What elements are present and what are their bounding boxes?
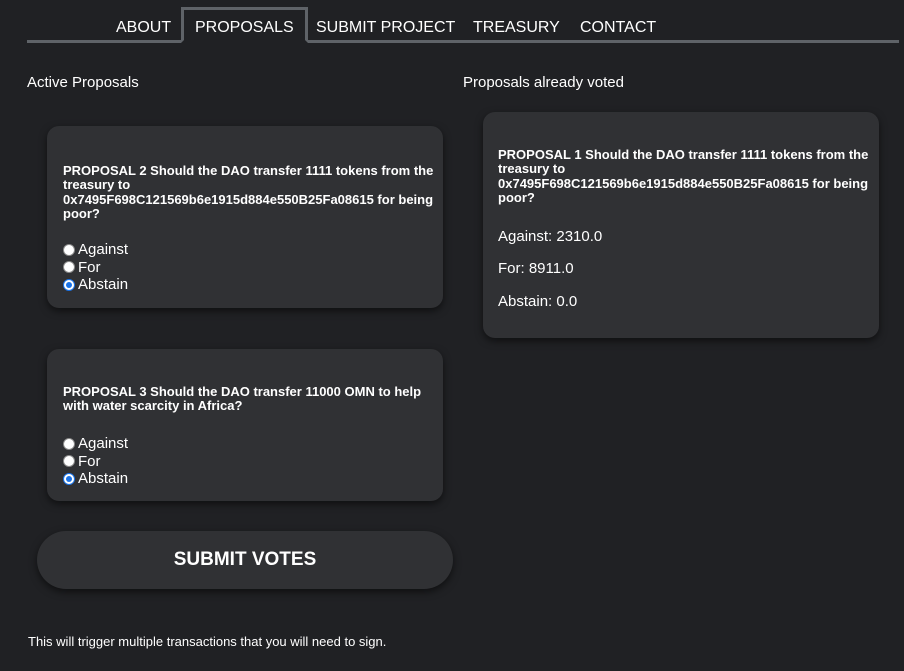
- tab-proposals[interactable]: PROPOSALS: [181, 7, 308, 43]
- proposal-card-2: PROPOSAL 2 Should the DAO transfer 1111 …: [47, 126, 443, 308]
- option-label: For: [78, 452, 101, 470]
- result-against: Against: 2310.0: [498, 228, 603, 245]
- submit-votes-button[interactable]: SUBMIT VOTES: [37, 531, 453, 589]
- voted-proposal-card-1: PROPOSAL 1 Should the DAO transfer 1111 …: [483, 112, 879, 338]
- proposal-card-3: PROPOSAL 3 Should the DAO transfer 11000…: [47, 349, 443, 501]
- radio-for[interactable]: [63, 261, 75, 274]
- vote-options: Against For Abstain: [63, 241, 128, 294]
- active-proposals-title: Active Proposals: [27, 74, 139, 91]
- proposal-question: PROPOSAL 3 Should the DAO transfer 11000…: [63, 384, 422, 414]
- result-for: For: 8911.0: [498, 260, 574, 277]
- proposal-question: PROPOSAL 2 Should the DAO transfer 1111 …: [63, 163, 434, 221]
- tab-submit-project[interactable]: SUBMIT PROJECT: [316, 7, 455, 43]
- option-label: Against: [78, 435, 129, 453]
- option-label: Abstain: [78, 276, 129, 294]
- option-for[interactable]: For: [63, 453, 128, 471]
- radio-abstain[interactable]: [63, 472, 75, 485]
- radio-against[interactable]: [63, 437, 75, 450]
- option-label: Abstain: [78, 470, 129, 488]
- radio-for[interactable]: [63, 455, 75, 468]
- transaction-note: This will trigger multiple transactions …: [28, 634, 387, 649]
- option-against[interactable]: Against: [63, 241, 128, 259]
- vote-options: Against For Abstain: [63, 435, 128, 488]
- tab-about[interactable]: ABOUT: [116, 7, 171, 43]
- option-label: Against: [78, 241, 129, 259]
- proposal-question: PROPOSAL 1 Should the DAO transfer 1111 …: [498, 147, 869, 205]
- tab-treasury[interactable]: TREASURY: [473, 7, 560, 43]
- option-label: For: [78, 258, 101, 276]
- voted-proposals-title: Proposals already voted: [463, 74, 624, 91]
- radio-against[interactable]: [63, 243, 75, 256]
- option-against[interactable]: Against: [63, 435, 128, 453]
- radio-abstain[interactable]: [63, 278, 75, 291]
- option-abstain[interactable]: Abstain: [63, 276, 128, 294]
- option-abstain[interactable]: Abstain: [63, 470, 128, 488]
- top-nav: ABOUT PROPOSALS SUBMIT PROJECT TREASURY …: [27, 7, 899, 43]
- option-for[interactable]: For: [63, 259, 128, 277]
- tab-contact[interactable]: CONTACT: [580, 7, 656, 43]
- result-abstain: Abstain: 0.0: [498, 293, 578, 310]
